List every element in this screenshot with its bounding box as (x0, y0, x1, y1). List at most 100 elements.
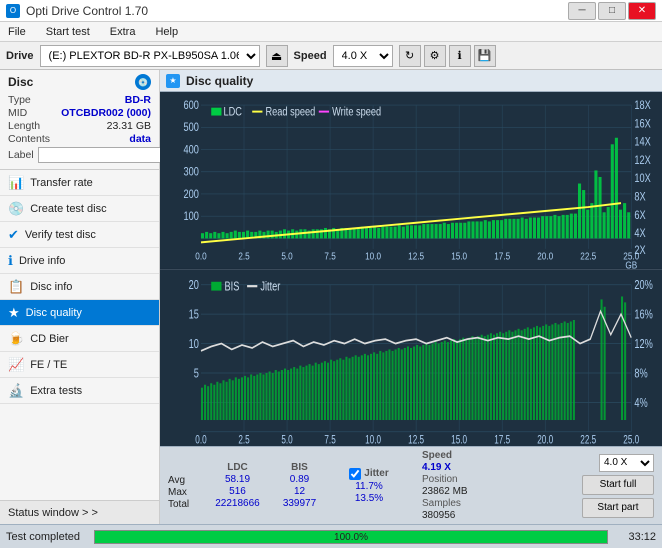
sidebar-item-transfer-rate[interactable]: 📊 Transfer rate (0, 170, 159, 196)
jitter-checkbox[interactable] (349, 468, 361, 480)
menu-start-test[interactable]: Start test (42, 25, 94, 39)
disc-mid-row: MID OTCBDR002 (000) (8, 107, 151, 119)
svg-text:0.0: 0.0 (195, 249, 206, 261)
menu-help[interactable]: Help (151, 25, 182, 39)
disc-label-input[interactable] (38, 147, 176, 163)
refresh-button[interactable]: ↻ (399, 45, 421, 67)
menu-bar: File Start test Extra Help (0, 22, 662, 42)
status-text: Test completed (6, 531, 86, 543)
title-bar-controls: ─ □ ✕ (568, 2, 656, 20)
sidebar-item-fe-te[interactable]: 📈 FE / TE (0, 352, 159, 378)
svg-text:10X: 10X (634, 172, 650, 185)
disc-length-label: Length (8, 120, 40, 132)
sidebar-item-extra-tests[interactable]: 🔬 Extra tests (0, 378, 159, 404)
maximize-button[interactable]: □ (598, 2, 626, 20)
disc-length-row: Length 23.31 GB (8, 120, 151, 132)
avg-ldc: 58.19 (210, 474, 265, 485)
minimize-button[interactable]: ─ (568, 2, 596, 20)
chart-top-svg: 600 500 400 300 200 100 18X 16X 14X 12X … (160, 92, 662, 269)
menu-file[interactable]: File (4, 25, 30, 39)
sidebar-item-create-test-disc-label: Create test disc (30, 203, 106, 215)
disc-quality-header-icon: ★ (166, 74, 180, 88)
max-jitter: 13.5% (355, 493, 383, 504)
eject-button[interactable]: ⏏ (266, 45, 288, 67)
bottom-status-bar: Test completed 100.0% 33:12 (0, 524, 662, 548)
svg-text:7.5: 7.5 (324, 434, 336, 446)
sidebar-item-create-test-disc[interactable]: 💿 Create test disc (0, 196, 159, 222)
total-bis: 339977 (277, 498, 322, 509)
samples-label: Samples (422, 498, 482, 509)
samples-val: 380956 (422, 510, 482, 521)
sidebar-item-disc-quality[interactable]: ★ Disc quality (0, 300, 159, 326)
chart-bottom-svg: 20 15 10 5 20% 16% 12% 8% 4% (160, 270, 662, 447)
svg-text:8X: 8X (634, 190, 645, 203)
chart-bottom: 20 15 10 5 20% 16% 12% 8% 4% (160, 270, 662, 447)
svg-text:10.0: 10.0 (365, 434, 381, 446)
max-bis: 12 (277, 486, 322, 497)
transfer-rate-icon: 📊 (8, 175, 24, 191)
svg-text:Jitter: Jitter (260, 280, 280, 294)
start-full-button[interactable]: Start full (582, 475, 654, 495)
status-window[interactable]: Status window > > (0, 500, 159, 524)
progress-bar: 100.0% (94, 530, 608, 544)
speed-select[interactable]: 4.0 X (333, 45, 393, 67)
bis-col-header: BIS (277, 462, 322, 473)
create-test-disc-icon: 💿 (8, 201, 24, 217)
jitter-col-header: Jitter (364, 468, 388, 479)
sidebar-item-disc-info[interactable]: 📋 Disc info (0, 274, 159, 300)
svg-text:20%: 20% (634, 278, 652, 292)
disc-mid-label: MID (8, 107, 27, 119)
disc-mid-value: OTCBDR002 (000) (61, 107, 151, 119)
svg-text:8%: 8% (634, 366, 647, 380)
stats-speed-select[interactable]: 4.0 X (599, 454, 654, 472)
settings-button[interactable]: ⚙ (424, 45, 446, 67)
disc-contents-value: data (129, 133, 151, 145)
verify-test-disc-icon: ✔ (8, 227, 19, 243)
svg-text:600: 600 (184, 99, 199, 112)
extra-tests-icon: 🔬 (8, 383, 24, 399)
sidebar-item-fe-te-label: FE / TE (30, 359, 67, 371)
drive-row: Drive (E:) PLEXTOR BD-R PX-LB950SA 1.06 … (0, 42, 662, 70)
drive-icon-buttons: ↻ ⚙ ℹ 💾 (399, 45, 496, 67)
fe-te-icon: 📈 (8, 357, 24, 373)
svg-text:20.0: 20.0 (537, 434, 553, 446)
avg-bis: 0.89 (277, 474, 322, 485)
svg-text:0.0: 0.0 (195, 434, 207, 446)
svg-text:500: 500 (184, 121, 199, 134)
time-display: 33:12 (616, 531, 656, 543)
charts-container: 600 500 400 300 200 100 18X 16X 14X 12X … (160, 92, 662, 446)
svg-text:100: 100 (184, 210, 199, 223)
disc-contents-label: Contents (8, 133, 50, 145)
disc-info-icon: 📋 (8, 279, 24, 295)
nav-items: 📊 Transfer rate 💿 Create test disc ✔ Ver… (0, 170, 159, 500)
drive-select[interactable]: (E:) PLEXTOR BD-R PX-LB950SA 1.06 (40, 45, 260, 67)
speed-val: 4.19 X (422, 462, 482, 473)
main-layout: Disc 💿 Type BD-R MID OTCBDR002 (000) Len… (0, 70, 662, 524)
disc-panel: Disc 💿 Type BD-R MID OTCBDR002 (000) Len… (0, 70, 159, 170)
sidebar-item-cd-bier[interactable]: 🍺 CD Bier (0, 326, 159, 352)
disc-title: Disc (8, 75, 33, 89)
close-button[interactable]: ✕ (628, 2, 656, 20)
save-button[interactable]: 💾 (474, 45, 496, 67)
svg-text:200: 200 (184, 188, 199, 201)
info-button[interactable]: ℹ (449, 45, 471, 67)
position-label: Position (422, 474, 482, 485)
svg-text:12X: 12X (634, 154, 650, 167)
menu-extra[interactable]: Extra (106, 25, 140, 39)
position-val: 23862 MB (422, 486, 482, 497)
svg-text:15.0: 15.0 (451, 434, 467, 446)
sidebar-item-verify-test-disc[interactable]: ✔ Verify test disc (0, 222, 159, 248)
svg-text:300: 300 (184, 166, 199, 179)
svg-text:2.5: 2.5 (238, 249, 249, 261)
sidebar-item-drive-info[interactable]: ℹ Drive info (0, 248, 159, 274)
start-part-button[interactable]: Start part (582, 498, 654, 518)
disc-header: Disc 💿 (8, 74, 151, 90)
svg-text:17.5: 17.5 (494, 434, 510, 446)
svg-text:5.0: 5.0 (281, 249, 292, 261)
disc-length-value: 23.31 GB (107, 120, 151, 132)
sidebar-item-drive-info-label: Drive info (19, 255, 65, 267)
sidebar-item-disc-quality-label: Disc quality (26, 307, 82, 319)
disc-type-label: Type (8, 94, 31, 106)
disc-icon: 💿 (135, 74, 151, 90)
avg-label: Avg (168, 475, 198, 486)
